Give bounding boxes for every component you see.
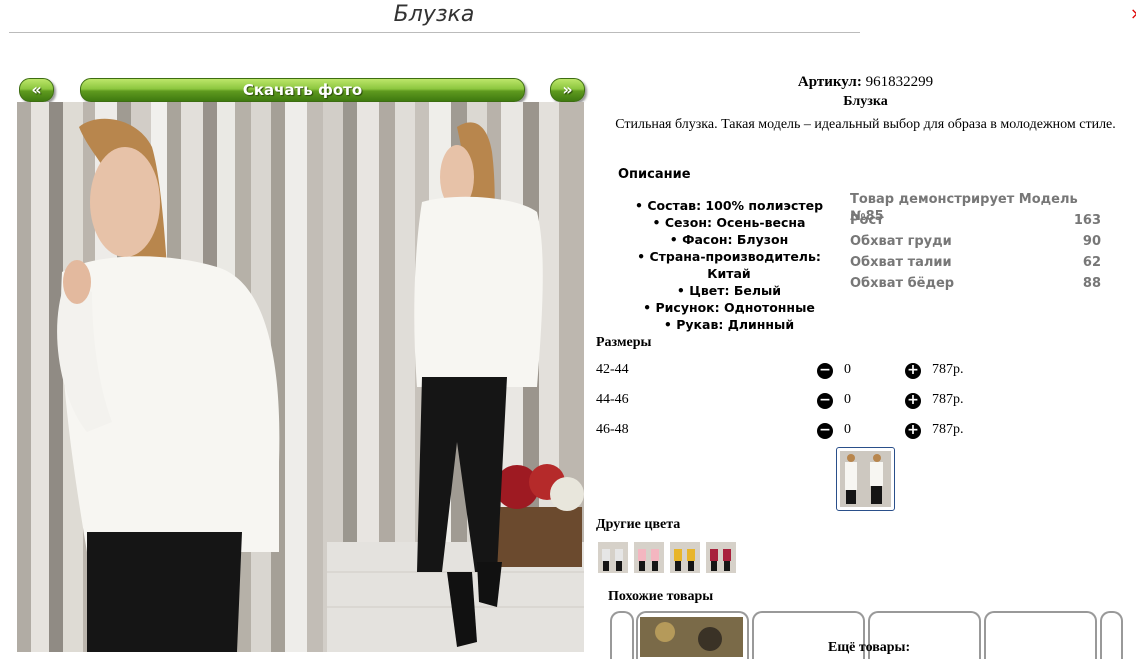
minus-icon[interactable]: − (817, 393, 833, 409)
plus-icon[interactable]: + (905, 363, 921, 379)
size-quantity: 0 (844, 392, 851, 407)
size-row: 46-48 − 0 + 787р. (596, 420, 996, 442)
download-photo-button[interactable]: Скачать фото (80, 78, 525, 102)
model-row-value: 62 (1082, 255, 1101, 270)
next-photo-button[interactable]: » (550, 78, 585, 102)
model-row-label: Обхват груди (850, 234, 952, 249)
model-row-value: 88 (1082, 276, 1101, 291)
model-measurements: Товар демонстрирует Модель №85 Рост 163 О… (850, 191, 1101, 296)
size-label: 46-48 (596, 422, 629, 437)
spec-item: Фасон: Блузон (614, 231, 844, 248)
article-line: Артикул: 961832299 (595, 74, 1136, 91)
color-variant-thumbnail[interactable] (634, 542, 664, 573)
selected-photo-thumbnail[interactable] (836, 447, 895, 511)
more-products-label: Ещё товары: (828, 640, 911, 655)
product-description: Стильная блузка. Такая модель – идеальны… (615, 117, 1116, 132)
size-price: 787р. (932, 422, 964, 437)
close-icon[interactable]: × (1130, 4, 1136, 23)
sizes-title: Размеры (596, 335, 652, 350)
model-title-text: Товар демонстрирует Модель №85 (850, 192, 1078, 224)
model-row-value: 163 (1073, 213, 1101, 228)
prev-photo-button[interactable]: « (19, 78, 54, 102)
specs-title: Описание (618, 167, 691, 182)
color-variant-thumbnail[interactable] (706, 542, 736, 573)
model-row: Обхват талии 62 (850, 254, 1101, 275)
page-title: Блузка (393, 2, 475, 27)
title-divider (9, 32, 860, 33)
model-row: Обхват бёдер 88 (850, 275, 1101, 296)
color-variant-thumbnail[interactable] (598, 542, 628, 573)
spec-item: Рукав: Длинный (614, 316, 844, 333)
spec-item: Рисунок: Однотонные (614, 299, 844, 316)
minus-icon[interactable]: − (817, 363, 833, 379)
article-label: Артикул: (797, 74, 862, 90)
plus-icon[interactable]: + (905, 393, 921, 409)
product-photo (17, 102, 584, 652)
other-colors-title: Другие цвета (596, 517, 681, 532)
minus-icon[interactable]: − (817, 423, 833, 439)
model-row-label: Рост (850, 213, 884, 228)
model-row-value: 90 (1082, 234, 1101, 249)
model-row: Рост 163 (850, 212, 1101, 233)
size-label: 42-44 (596, 362, 629, 377)
specs-list: Состав: 100% полиэстер Сезон: Осень-весн… (614, 197, 844, 333)
model-title: Товар демонстрирует Модель №85 (850, 191, 1101, 224)
model-row-label: Обхват талии (850, 255, 952, 270)
size-price: 787р. (932, 392, 964, 407)
spec-item: Сезон: Осень-весна (614, 214, 844, 231)
spec-item: Страна-производитель: Китай (614, 248, 844, 282)
size-label: 44-46 (596, 392, 629, 407)
article-value: 961832299 (865, 74, 934, 90)
color-variant-thumbnail[interactable] (670, 542, 700, 573)
size-quantity: 0 (844, 362, 851, 377)
size-quantity: 0 (844, 422, 851, 437)
model-row: Обхват груди 90 (850, 233, 1101, 254)
spec-item: Состав: 100% полиэстер (614, 197, 844, 214)
plus-icon[interactable]: + (905, 423, 921, 439)
product-name: Блузка (843, 94, 888, 109)
size-row: 42-44 − 0 + 787р. (596, 360, 996, 382)
similar-products-title: Похожие товары (608, 589, 714, 604)
spec-item: Цвет: Белый (614, 282, 844, 299)
size-price: 787р. (932, 362, 964, 377)
model-row-label: Обхват бёдер (850, 276, 955, 291)
size-row: 44-46 − 0 + 787р. (596, 390, 996, 412)
